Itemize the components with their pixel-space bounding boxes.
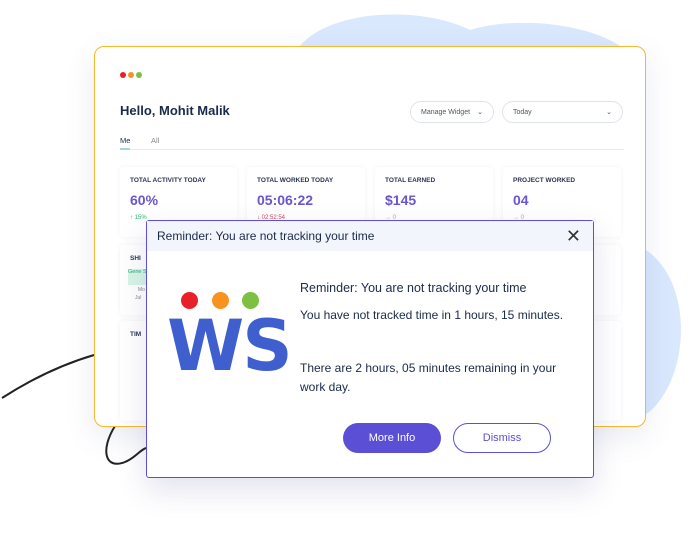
manage-widget-label: Manage Widget (421, 108, 471, 116)
stat-value: $145 (385, 192, 417, 208)
modal-title: Reminder: You are not tracking your time (300, 281, 527, 295)
date-select-value: Today (513, 108, 532, 116)
squiggle-line (1, 354, 95, 399)
dismiss-button[interactable]: Dismiss (453, 423, 551, 453)
window-dot-red (120, 72, 126, 78)
modal-header-title: Reminder: You are not tracking your time (157, 229, 375, 243)
ws-logo: WS (167, 305, 293, 387)
window-dot-green (136, 72, 142, 78)
date-select[interactable]: Today ⌄ (502, 101, 623, 123)
stat-value: 04 (513, 192, 529, 208)
manage-widget-button[interactable]: Manage Widget ⌄ (410, 101, 494, 123)
stat-label: PROJECT WORKED (513, 177, 576, 184)
modal-header: Reminder: You are not tracking your time (147, 221, 593, 251)
shift-date: Jul (135, 295, 142, 301)
squiggle-loop (105, 425, 147, 465)
stat-label: TOTAL ACTIVITY TODAY (130, 177, 206, 184)
close-icon[interactable]: ✕ (566, 226, 581, 247)
tab-bar: Me All (120, 136, 624, 150)
stat-value: 05:06:22 (257, 192, 314, 208)
shift-day: Mo (138, 287, 145, 293)
chevron-down-icon: ⌄ (477, 109, 483, 116)
time-label: TIM (130, 331, 142, 338)
modal-message-1: You have not tracked time in 1 hours, 15… (300, 308, 564, 322)
reminder-modal: Reminder: You are not tracking your time… (146, 220, 594, 478)
chevron-down-icon: ⌄ (606, 109, 612, 116)
tab-all[interactable]: All (151, 136, 159, 145)
tab-me[interactable]: Me (120, 136, 131, 150)
stat-value: 60% (130, 192, 159, 208)
stat-label: TOTAL WORKED TODAY (257, 177, 334, 184)
more-info-button[interactable]: More Info (343, 423, 441, 453)
shift-label: SHI (130, 255, 141, 262)
stat-label: TOTAL EARNED (385, 177, 436, 184)
modal-message-2: There are 2 hours, 05 minutes remaining … (300, 361, 557, 394)
stat-delta: ↑ 15% (130, 215, 147, 221)
window-dot-orange (128, 72, 134, 78)
greeting: Hello, Mohit Malik (120, 103, 230, 118)
